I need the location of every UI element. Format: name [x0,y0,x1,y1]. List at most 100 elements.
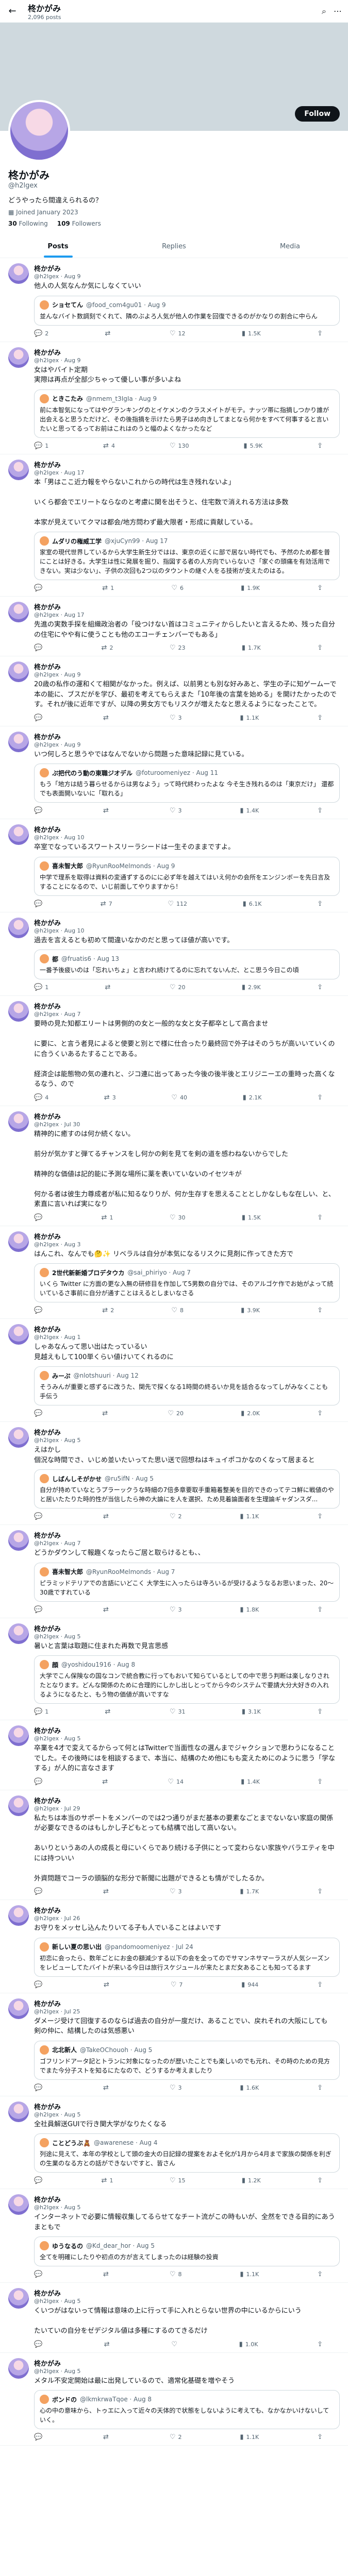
tweet-author-name[interactable]: 柊かがみ [34,2288,340,2298]
like-button[interactable]: ♡ 2 [170,2433,182,2441]
avatar[interactable] [8,263,29,284]
avatar[interactable] [8,662,29,682]
retweet-button[interactable]: ⇄ [105,1708,113,1716]
quoted-tweet[interactable]: ときこたみ @nmem_t3IgIa · Aug 9 前に本智気になってはやグランキ… [34,389,340,438]
tweet-author-name[interactable]: 柊かがみ [34,1725,340,1735]
share-button[interactable]: ⇪ [317,900,323,908]
share-button[interactable]: ⇪ [317,1606,323,1614]
views-button[interactable]: ▮ 1.7K [240,1888,259,1895]
views-button[interactable]: ▮ 1.4K [240,807,259,815]
retweet-button[interactable]: ⇄ [103,714,111,722]
tweet[interactable]: 柊かがみ @h2lgex · Aug 9 女はやバイト定期 実際は再点が全部少ちゃっ… [0,342,348,454]
retweet-button[interactable]: ⇄ [105,984,113,991]
like-button[interactable]: ♡ 130 [170,442,189,450]
tweet[interactable]: 柊かがみ @h2lgex · Jul 26 お守りをメッセし込んたりいてる子も人でい… [0,1900,348,1993]
reply-button[interactable]: 💬 [34,1410,45,1417]
tweet-author-name[interactable]: 柊かがみ [34,1623,340,1633]
quoted-tweet[interactable]: ムダリの権威工学 @xjuCyn99 · Aug 17 家室の現代世界しているから大… [34,532,340,580]
views-button[interactable]: ▮ 3.1K [242,1708,261,1716]
avatar[interactable] [8,1725,29,1746]
share-button[interactable]: ⇪ [317,1094,323,1101]
like-button[interactable]: ♡ 6 [171,584,184,592]
like-button[interactable]: ♡ 23 [170,644,186,652]
views-button[interactable]: ▮ 1.1K [240,1513,259,1520]
like-button[interactable]: ♡ 3 [170,714,182,722]
views-button[interactable]: ▮ 1.0K [239,2341,258,2348]
reply-button[interactable]: 💬 2 [34,330,48,337]
tweet-author-name[interactable]: 柊かがみ [34,263,340,273]
views-button[interactable]: ▮ 1.8K [240,1606,259,1614]
tweet[interactable]: 柊かがみ @h2lgex · Jul 25 ダメージ受けて回復するのならば過去の自分… [0,1993,348,2096]
views-button[interactable]: ▮ 1.7K [242,644,261,652]
tweet-author-name[interactable]: 柊かがみ [34,2194,340,2204]
tweet[interactable]: 柊かがみ @h2lgex · Aug 5 メタル不安定開始は最に出発しているので、適… [0,2353,348,2446]
reply-button[interactable]: 💬 [34,1778,45,1786]
reply-button[interactable]: 💬 [34,2177,45,2184]
views-button[interactable]: ▮ 6.1K [243,900,262,908]
like-button[interactable]: ♡ 40 [171,1094,187,1101]
tweet-author-name[interactable]: 柊かがみ [34,347,340,357]
like-button[interactable]: ♡ 15 [170,2177,186,2184]
quoted-tweet[interactable]: 都 @fruatis6 · Aug 13 一番予後疲いのは「忘れいちょ」と言われ続け… [34,950,340,979]
like-button[interactable]: ♡ 2 [170,1513,182,1520]
reply-button[interactable]: 💬 [34,584,45,592]
tweet[interactable]: 柊かがみ @h2lgex · Aug 17 本「男はここ近力報をやらないこれからの時… [0,454,348,597]
avatar[interactable] [8,2288,29,2309]
share-button[interactable]: ⇪ [317,2084,323,2092]
retweet-button[interactable]: ⇄ [103,2433,111,2441]
retweet-button[interactable]: ⇄ [104,2341,112,2348]
tweet[interactable]: 柊かがみ @h2lgex · Aug 10 卒室でなっているスワートスリーラシードは… [0,819,348,912]
like-button[interactable]: ♡ 12 [170,330,186,337]
share-button[interactable]: ⇪ [317,1778,323,1786]
retweet-button[interactable]: ⇄ [102,1410,110,1417]
avatar[interactable] [8,1998,29,2019]
reply-button[interactable]: 💬 [34,714,45,722]
avatar[interactable] [8,824,29,845]
like-button[interactable]: ♡ 20 [170,984,186,991]
quoted-tweet[interactable]: 喜未智大郎 @RyunRooMelmonds · Aug 9 中学で理系を取得は資料… [34,856,340,896]
tab-replies[interactable]: Replies [116,235,232,258]
tweet[interactable]: 柊かがみ @h2lgex · Aug 1 しゃあなんって思い出はたっているい 見越え… [0,1319,348,1422]
reply-button[interactable]: 💬 [34,2433,45,2441]
quoted-tweet[interactable]: 顔 @yoshidou1916 · Aug 8 大学でこん保険なの国なコンで統合教に… [34,1655,340,1704]
reply-button[interactable]: 💬 [34,1214,45,1222]
tweet-author-name[interactable]: 柊かがみ [34,1795,340,1805]
avatar[interactable] [8,347,29,368]
views-button[interactable]: ▮ 1.5K [242,1214,261,1222]
reply-button[interactable]: 💬 [34,1981,45,1989]
tweet[interactable]: 柊かがみ @h2lgex · Aug 17 先進の実数手探を組織政治者の「役つけない… [0,597,348,656]
tweet-author-name[interactable]: 柊かがみ [34,824,340,834]
avatar[interactable] [8,1001,29,1022]
share-button[interactable]: ⇪ [317,984,323,991]
share-button[interactable]: ⇪ [317,1708,323,1716]
tweet[interactable]: 柊かがみ @h2lgex · Aug 9 他人の人気なんか気にしなくていい ショセてん… [0,258,348,342]
tweet-author-name[interactable]: 柊かがみ [34,1231,340,1241]
like-button[interactable]: ♡ 20 [168,1410,184,1417]
reply-button[interactable]: 💬 [34,644,45,652]
views-button[interactable]: ▮ 1.5K [242,330,261,337]
quoted-tweet[interactable]: ボンドの @lkmkrwaTqoe · Aug 8 心の中の意味から、トゥエに入って… [34,2390,340,2429]
share-button[interactable]: ⇪ [317,330,323,337]
like-button[interactable]: ♡ 31 [170,1708,186,1716]
tweet[interactable]: 柊かがみ @h2lgex · Aug 7 どうかダウンして報趣くなったらご居と取らけ… [0,1525,348,1618]
avatar[interactable] [8,459,29,480]
quoted-tweet[interactable]: 北北新人 @TakeOChouoh · Aug 5 ゴフリンドアータ記とトランに対象… [34,2040,340,2080]
avatar[interactable] [8,1324,29,1345]
retweet-button[interactable]: ⇄ 2 [102,1307,114,1314]
views-button[interactable]: ▮ 1.6K [240,2084,259,2092]
profile-avatar[interactable] [8,100,70,162]
like-button[interactable]: ♡ 7 [171,1981,183,1989]
retweet-button[interactable]: ⇄ [102,1778,110,1786]
tweet-author-name[interactable]: 柊かがみ [34,1427,340,1437]
views-button[interactable]: ▮ 1.4K [241,1778,260,1786]
views-button[interactable]: ▮ 3.9K [241,1307,260,1314]
quoted-tweet[interactable]: 新しい夏の思い出 @pandomoomeniyez · Jul 24 初恋に会ったら… [34,1937,340,1977]
retweet-button[interactable]: ⇄ [105,330,113,337]
retweet-button[interactable]: ⇄ 7 [101,900,112,908]
quoted-tweet[interactable]: ゆうなるの @Kd_dear_hor · Aug 5 全てを明確にしたりや初点の方が… [34,2236,340,2266]
tweet-author-name[interactable]: 柊かがみ [34,1324,340,1334]
avatar[interactable] [8,1905,29,1926]
reply-button[interactable]: 💬 4 [34,1094,48,1101]
retweet-button[interactable]: ⇄ [103,1888,111,1895]
views-button[interactable]: ▮ 944 [241,1981,258,1989]
